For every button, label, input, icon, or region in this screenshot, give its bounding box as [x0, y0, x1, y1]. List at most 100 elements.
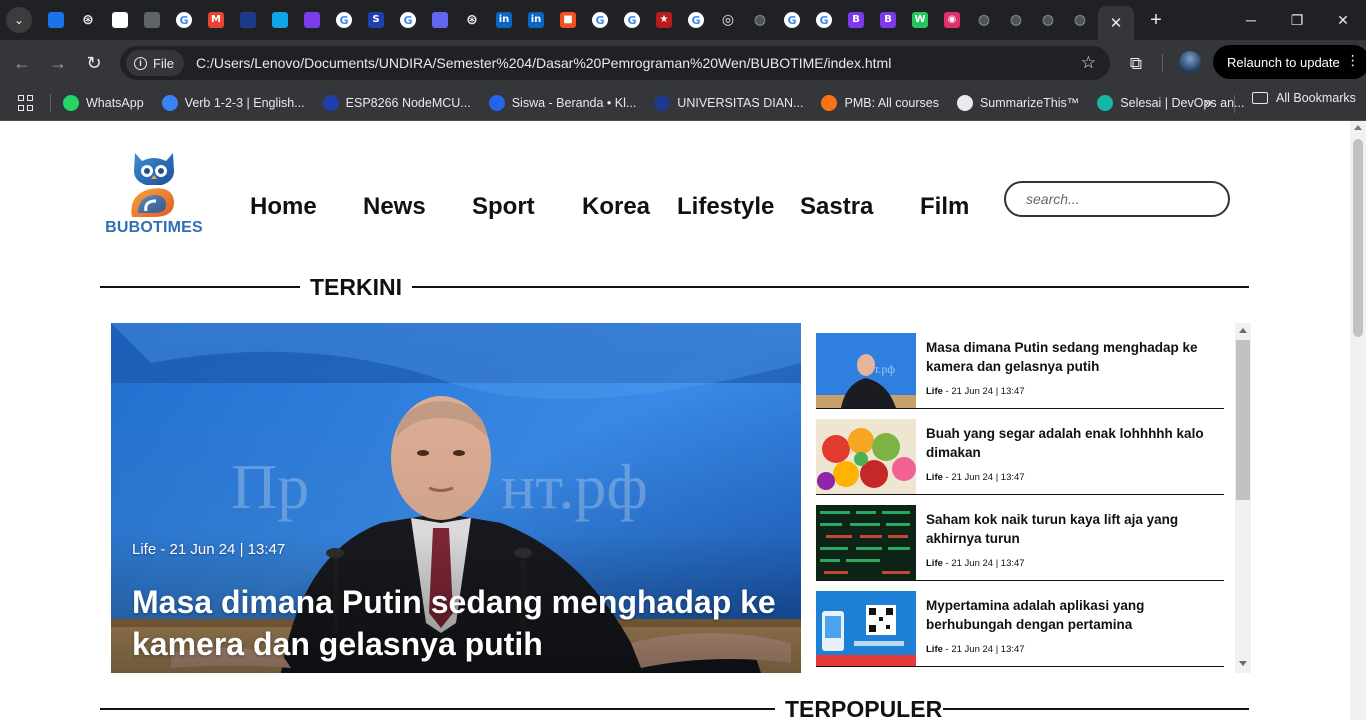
pinned-tab[interactable] [136, 4, 168, 36]
pinned-tab[interactable]: G [616, 4, 648, 36]
pinned-tab[interactable] [232, 4, 264, 36]
bookmark-item[interactable]: Selesai | DevOps an... [1097, 95, 1244, 111]
nav-film[interactable]: Film [920, 193, 969, 221]
address-bar[interactable]: i File C:/Users/Lenovo/Documents/UNDIRA/… [120, 46, 1110, 80]
page-scrollbar[interactable] [1350, 121, 1366, 720]
gmail-icon: M [208, 12, 224, 28]
scroll-up-icon[interactable] [1354, 125, 1362, 130]
pinned-tab[interactable]: ■ [552, 4, 584, 36]
news-list-item[interactable]: т.рф Masa dimana Putin sedang menghadap k… [816, 323, 1224, 409]
favicon-b-purple: B [848, 12, 864, 28]
favicon-hex [272, 12, 288, 28]
news-thumbnail[interactable] [816, 591, 916, 666]
hero-title[interactable]: Masa dimana Putin sedang menghadap ke ka… [132, 581, 792, 665]
pinned-tab[interactable]: ◍ [968, 4, 1000, 36]
pinned-tab[interactable]: M [200, 4, 232, 36]
pinned-tab[interactable]: ◍ [1064, 4, 1096, 36]
pinned-tab[interactable]: W [904, 4, 936, 36]
pinned-tab[interactable] [296, 4, 328, 36]
pinned-tab[interactable] [40, 4, 72, 36]
forward-button[interactable]: → [40, 45, 76, 81]
more-bookmarks-icon[interactable]: » [1204, 94, 1212, 111]
all-bookmarks-button[interactable]: All Bookmarks [1252, 91, 1356, 105]
pinned-tab[interactable]: ⊛ [456, 4, 488, 36]
hero-article[interactable]: Пр нт.рф Life - 21 Jun 24 | 13:47 Masa d… [111, 323, 801, 673]
apps-icon[interactable] [18, 95, 34, 111]
nav-sastra[interactable]: Sastra [800, 193, 873, 221]
pinned-tab[interactable]: B [872, 4, 904, 36]
news-title[interactable]: Saham kok naik turun kaya lift aja yang … [926, 510, 1224, 548]
nav-korea[interactable]: Korea [582, 193, 650, 221]
scroll-down-icon[interactable] [1239, 661, 1247, 666]
pinned-tab[interactable]: G [808, 4, 840, 36]
news-title[interactable]: Buah yang segar adalah enak lohhhhh kalo… [926, 424, 1224, 462]
scroll-thumb[interactable] [1353, 139, 1363, 337]
news-list-item[interactable]: Buah yang segar adalah enak lohhhhh kalo… [816, 409, 1224, 495]
pinned-tab[interactable]: ◍ [1000, 4, 1032, 36]
pinned-tab[interactable]: G [584, 4, 616, 36]
pinned-tab[interactable]: B [840, 4, 872, 36]
bookmark-item[interactable]: Siswa - Beranda • Kl... [488, 95, 636, 111]
search-input[interactable] [1004, 181, 1230, 217]
pinned-tab[interactable] [264, 4, 296, 36]
nav-lifestyle[interactable]: Lifestyle [677, 193, 774, 221]
bookmark-item[interactable]: WhatsApp [63, 95, 144, 111]
pinned-tab[interactable]: ◍ [744, 4, 776, 36]
news-thumbnail[interactable] [816, 505, 916, 580]
tab-search-button[interactable]: ⌄ [6, 7, 32, 33]
pinned-tab[interactable]: G [168, 4, 200, 36]
minimize-button[interactable]: ─ [1228, 0, 1274, 40]
back-button[interactable]: ← [4, 45, 40, 81]
more-menu-icon[interactable]: ⋮ [1346, 53, 1360, 67]
news-category: Life [926, 644, 943, 655]
news-thumbnail[interactable] [816, 419, 916, 494]
favicon-infinity [1097, 95, 1114, 111]
reload-button[interactable]: ↻ [76, 45, 112, 81]
microsoft-icon: ■ [560, 12, 576, 28]
pinned-tab[interactable]: G [680, 4, 712, 36]
news-list-item[interactable]: Saham kok naik turun kaya lift aja yang … [816, 495, 1224, 581]
news-list-item[interactable]: Mypertamina adalah aplikasi yang berhubu… [816, 581, 1224, 667]
nav-home[interactable]: Home [250, 193, 317, 221]
section-divider [412, 286, 1249, 288]
pinned-tab[interactable] [104, 4, 136, 36]
bookmark-item[interactable]: UNIVERSITAS DIAN... [654, 95, 803, 111]
news-title[interactable]: Masa dimana Putin sedang menghadap ke ka… [926, 338, 1224, 376]
nav-news[interactable]: News [363, 193, 426, 221]
globe-icon: ◍ [1009, 12, 1023, 28]
close-window-button[interactable]: ✕ [1320, 0, 1366, 40]
relaunch-button[interactable]: Relaunch to update ⋮ [1213, 45, 1366, 79]
scroll-thumb[interactable] [1236, 340, 1250, 500]
svg-text:т.рф: т.рф [874, 362, 895, 376]
pinned-tab[interactable]: ◉ [936, 4, 968, 36]
bookmark-item[interactable]: Verb 1-2-3 | English... [161, 95, 305, 111]
pinned-tab[interactable]: ◎ [712, 4, 744, 36]
new-tab-button[interactable]: + [1142, 6, 1170, 34]
news-title[interactable]: Mypertamina adalah aplikasi yang berhubu… [926, 596, 1224, 634]
bookmark-item[interactable]: PMB: All courses [821, 95, 939, 111]
pinned-tab[interactable]: G [328, 4, 360, 36]
site-logo[interactable]: BUBOTIMES [102, 151, 206, 237]
url-text[interactable]: C:/Users/Lenovo/Documents/UNDIRA/Semeste… [196, 55, 891, 71]
site-info-chip[interactable]: i File [126, 50, 184, 76]
pinned-tab[interactable]: S [360, 4, 392, 36]
scroll-up-icon[interactable] [1239, 328, 1247, 333]
pinned-tab[interactable]: ⊛ [72, 4, 104, 36]
news-thumbnail[interactable]: т.рф [816, 333, 916, 408]
active-tab-close-button[interactable]: ✕ [1098, 6, 1134, 40]
news-list-scrollbar[interactable] [1235, 323, 1251, 673]
restore-button[interactable]: ❐ [1274, 0, 1320, 40]
pinned-tab[interactable] [424, 4, 456, 36]
nav-sport[interactable]: Sport [472, 193, 535, 221]
profile-avatar[interactable] [1179, 51, 1201, 73]
bookmark-star-icon[interactable]: ☆ [1081, 53, 1096, 73]
bookmark-item[interactable]: SummarizeThis™ [956, 95, 1079, 111]
extensions-icon[interactable]: ⧉ [1124, 52, 1148, 76]
pinned-tab[interactable]: G [392, 4, 424, 36]
pinned-tab[interactable]: ◍ [1032, 4, 1064, 36]
bookmark-item[interactable]: ESP8266 NodeMCU... [322, 95, 471, 111]
pinned-tab[interactable]: G [776, 4, 808, 36]
pinned-tab[interactable]: in [488, 4, 520, 36]
pinned-tab[interactable]: ★ [648, 4, 680, 36]
pinned-tab[interactable]: in [520, 4, 552, 36]
